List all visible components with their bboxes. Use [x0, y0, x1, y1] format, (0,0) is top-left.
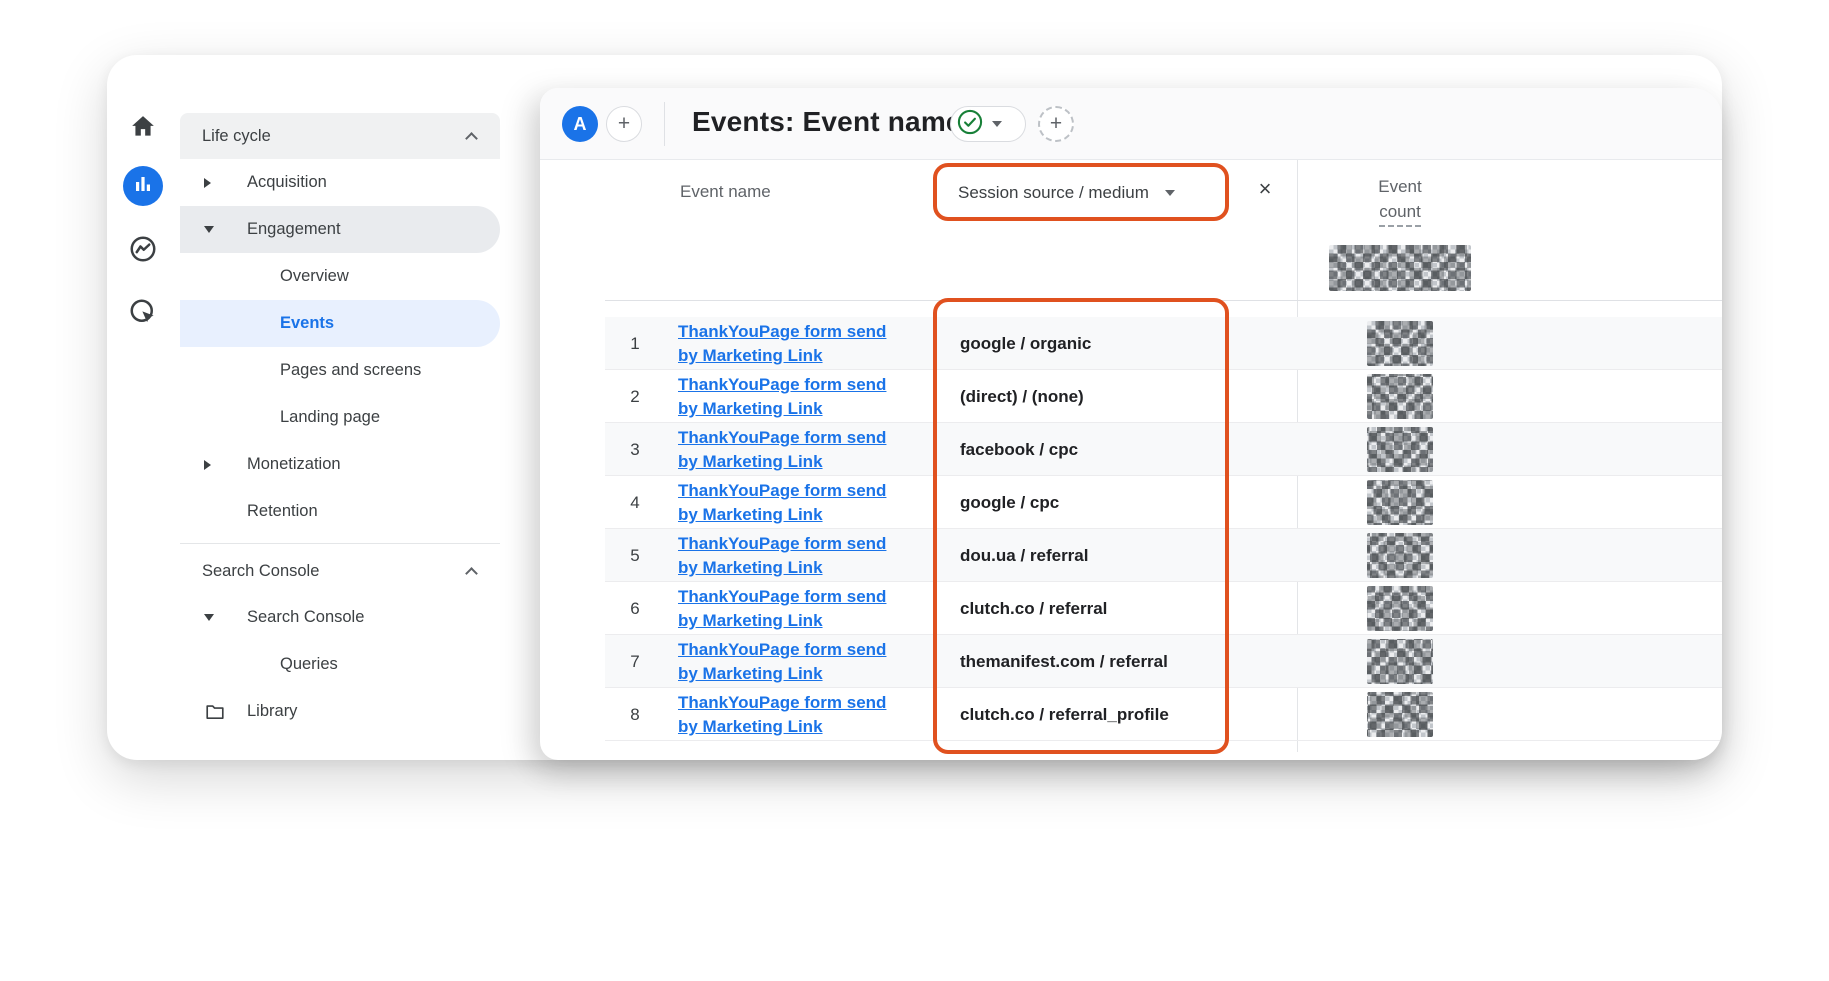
app-window: Life cycle Acquisition Engagement Overvi…	[107, 55, 1722, 760]
home-icon	[130, 114, 156, 145]
chevron-up-icon	[465, 132, 478, 145]
event-count-redacted	[1367, 427, 1433, 472]
sidebar-item-monetization[interactable]: Monetization	[180, 441, 500, 488]
chevron-right-icon	[204, 178, 211, 188]
chevron-down-icon	[204, 614, 214, 621]
add-comparison-button[interactable]: +	[606, 106, 642, 142]
row-index: 3	[605, 423, 665, 476]
row-index: 6	[605, 582, 665, 635]
reports-bar-chart-icon	[131, 172, 155, 201]
event-count-redacted	[1367, 692, 1433, 737]
section-title: Life cycle	[202, 127, 271, 146]
event-count-redacted	[1367, 321, 1433, 366]
event-name-link[interactable]: ThankYouPage form send by Marketing Link	[678, 479, 898, 527]
folder-icon	[204, 701, 226, 723]
row-index: 7	[605, 635, 665, 688]
source-medium-value: google / organic	[960, 317, 1091, 370]
table-row: 3 ThankYouPage form send by Marketing Li…	[605, 423, 1722, 476]
sidebar-item-overview[interactable]: Overview	[180, 253, 500, 300]
report-panel: A + Events: Event name + Event name Sess…	[540, 88, 1722, 760]
rail-advertising-button[interactable]	[123, 294, 163, 334]
source-medium-value: clutch.co / referral	[960, 582, 1107, 635]
sidebar-item-landing-page[interactable]: Landing page	[180, 394, 500, 441]
row-index: 4	[605, 476, 665, 529]
event-name-link[interactable]: ThankYouPage form send by Marketing Link	[678, 532, 898, 580]
rail-reports-button[interactable]	[123, 166, 163, 206]
table-header-divider	[605, 300, 1722, 301]
sidebar-item-engagement[interactable]: Engagement	[180, 206, 500, 253]
chevron-down-icon	[1165, 190, 1175, 196]
event-count-redacted	[1367, 639, 1433, 684]
add-report-button[interactable]: +	[1038, 106, 1074, 142]
event-name-link[interactable]: ThankYouPage form send by Marketing Link	[678, 373, 898, 421]
rail-home-button[interactable]	[123, 109, 163, 149]
sidebar-item-queries[interactable]: Queries	[180, 641, 500, 688]
chevron-right-icon	[204, 460, 211, 470]
secondary-dimension-label: Session source / medium	[958, 183, 1149, 203]
event-count-line2: count	[1379, 199, 1421, 227]
source-medium-value: facebook / cpc	[960, 423, 1078, 476]
event-name-link[interactable]: ThankYouPage form send by Marketing Link	[678, 691, 898, 739]
sidebar-item-library[interactable]: Library	[180, 688, 500, 735]
report-status-dropdown[interactable]	[950, 106, 1026, 142]
row-index: 1	[605, 317, 665, 370]
column-header-event-count[interactable]: Event count	[1330, 174, 1470, 227]
advertising-icon	[128, 297, 158, 332]
table-row: 2 ThankYouPage form send by Marketing Li…	[605, 370, 1722, 423]
source-medium-value: google / cpc	[960, 476, 1059, 529]
row-index: 2	[605, 370, 665, 423]
event-name-link[interactable]: ThankYouPage form send by Marketing Link	[678, 426, 898, 474]
event-count-redacted	[1367, 533, 1433, 578]
sidebar-item-search-console[interactable]: Search Console	[180, 594, 500, 641]
sidebar-item-pages-and-screens[interactable]: Pages and screens	[180, 347, 500, 394]
event-name-link[interactable]: ThankYouPage form send by Marketing Link	[678, 638, 898, 686]
table-row: 8 ThankYouPage form send by Marketing Li…	[605, 688, 1722, 741]
sidebar-divider	[180, 543, 500, 544]
explore-line-chart-icon	[128, 234, 158, 269]
source-medium-value: dou.ua / referral	[960, 529, 1088, 582]
chevron-up-icon	[465, 567, 478, 580]
remove-dimension-button[interactable]: ×	[1248, 172, 1282, 206]
event-count-redacted	[1367, 586, 1433, 631]
section-title: Search Console	[202, 562, 319, 581]
table-row: 6 ThankYouPage form send by Marketing Li…	[605, 582, 1722, 635]
comparison-avatar[interactable]: A	[562, 106, 598, 142]
event-name-link[interactable]: ThankYouPage form send by Marketing Link	[678, 320, 898, 368]
source-medium-value: clutch.co / referral_profile	[960, 688, 1169, 741]
chevron-down-icon	[204, 226, 214, 233]
event-count-redacted	[1367, 480, 1433, 525]
page-title: Events: Event name	[692, 106, 962, 138]
table-header: Event name Session source / medium × Eve…	[540, 160, 1722, 300]
nav-rail	[107, 55, 180, 760]
sidebar-item-retention[interactable]: Retention	[180, 488, 500, 535]
table-rows: 1 ThankYouPage form send by Marketing Li…	[605, 317, 1722, 741]
row-index: 5	[605, 529, 665, 582]
table-row: 7 ThankYouPage form send by Marketing Li…	[605, 635, 1722, 688]
rail-explore-button[interactable]	[123, 231, 163, 271]
event-count-total-redacted	[1329, 245, 1471, 291]
section-header-search-console[interactable]: Search Console	[180, 548, 500, 594]
table-row: 4 ThankYouPage form send by Marketing Li…	[605, 476, 1722, 529]
sidebar-item-acquisition[interactable]: Acquisition	[180, 159, 500, 206]
sidebar-item-events[interactable]: Events	[180, 300, 500, 347]
report-header: A + Events: Event name +	[540, 88, 1722, 160]
sidebar: Life cycle Acquisition Engagement Overvi…	[180, 113, 500, 735]
table-row: 5 ThankYouPage form send by Marketing Li…	[605, 529, 1722, 582]
event-name-link[interactable]: ThankYouPage form send by Marketing Link	[678, 585, 898, 633]
source-medium-value: (direct) / (none)	[960, 370, 1084, 423]
event-count-redacted	[1367, 374, 1433, 419]
source-medium-value: themanifest.com / referral	[960, 635, 1168, 688]
table-row: 1 ThankYouPage form send by Marketing Li…	[605, 317, 1722, 370]
event-count-line1: Event	[1330, 174, 1470, 199]
section-header-life-cycle[interactable]: Life cycle	[180, 113, 500, 159]
secondary-dimension-dropdown[interactable]: Session source / medium	[958, 176, 1175, 210]
row-index: 8	[605, 688, 665, 741]
chevron-down-icon	[992, 121, 1002, 127]
column-header-event-name[interactable]: Event name	[680, 182, 771, 202]
header-divider	[664, 102, 665, 146]
check-circle-icon	[956, 108, 984, 141]
